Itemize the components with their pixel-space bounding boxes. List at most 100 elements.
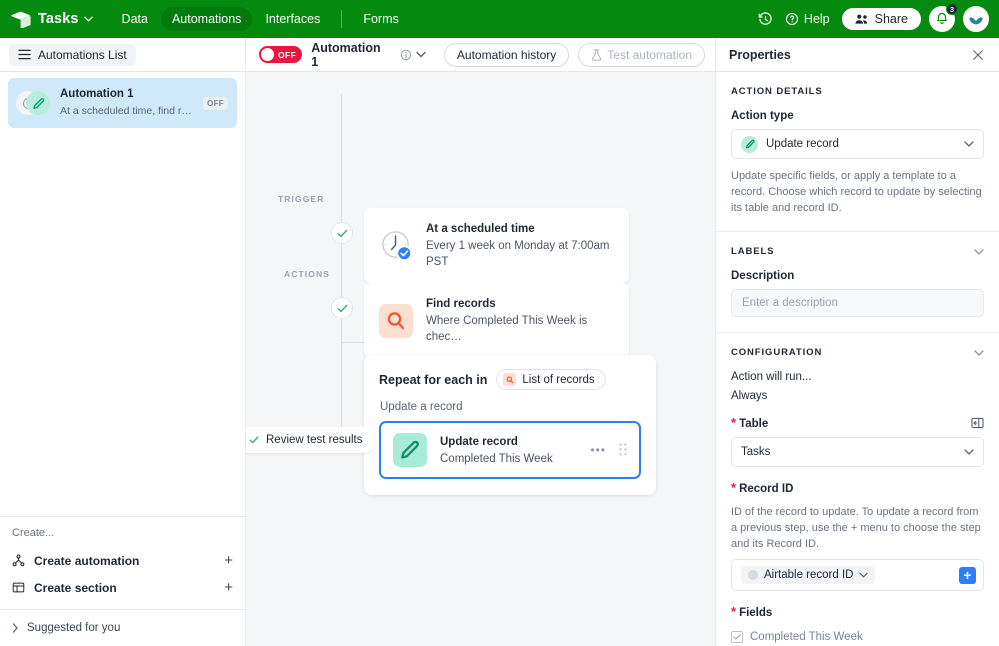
- header-actions: Help Share 3: [758, 3, 989, 32]
- suggested-for-you-row[interactable]: Suggested for you: [0, 609, 245, 646]
- action-run-value: Always: [731, 390, 768, 402]
- properties-title: Properties: [729, 47, 791, 62]
- ellipsis-icon[interactable]: •••: [590, 443, 606, 457]
- record-id-token[interactable]: Airtable record ID: [741, 566, 876, 584]
- automations-list: Automation 1 At a scheduled time, find r…: [0, 72, 245, 516]
- create-section-button[interactable]: Create section +: [12, 574, 233, 601]
- update-record-step-title: Update record: [440, 435, 518, 448]
- update-record-step-subtitle: Completed This Week: [440, 452, 553, 465]
- chevron-down-icon[interactable]: [83, 16, 93, 22]
- record-id-add-button[interactable]: +: [959, 566, 976, 584]
- field-row-label: Completed This Week: [731, 631, 984, 643]
- record-id-token-label: Airtable record ID: [764, 569, 854, 581]
- action-type-label: Action type: [731, 110, 794, 122]
- automation-item-status-badge: OFF: [203, 96, 228, 110]
- record-id-token-dot-icon: [748, 570, 758, 580]
- chevron-down-icon[interactable]: [859, 572, 869, 578]
- left-sidebar: Automation 1 At a scheduled time, find r…: [0, 72, 246, 646]
- update-record-step-text: Update record Completed This Week: [440, 434, 553, 467]
- notifications-button[interactable]: 3: [929, 3, 958, 32]
- action-run-label: Action will run...: [731, 371, 812, 383]
- action-status-check: [331, 297, 353, 319]
- share-button[interactable]: Share: [841, 8, 921, 30]
- automation-title-icons: [400, 49, 426, 61]
- nav-item-forms[interactable]: Forms: [352, 7, 409, 31]
- pencil-icon: [741, 135, 758, 153]
- actions-section-label: Actions: [284, 269, 330, 279]
- chevron-right-icon: [12, 623, 18, 633]
- sub-toolbar: Automations List OFF Automation 1 Automa…: [0, 38, 999, 72]
- automation-icons: [16, 91, 50, 115]
- find-records-step-text: Find records Where Completed This Week i…: [426, 296, 614, 345]
- test-automation-button[interactable]: Test automation: [578, 42, 705, 67]
- trigger-step-card[interactable]: At a scheduled time Every 1 week on Mond…: [364, 208, 629, 283]
- checkbox-checked-icon: [731, 631, 743, 643]
- base-name[interactable]: Tasks: [38, 11, 79, 27]
- repeat-source-token-label: List of records: [522, 373, 595, 386]
- find-records-step-card[interactable]: Find records Where Completed This Week i…: [364, 283, 629, 358]
- test-automation-label: Test automation: [607, 47, 692, 62]
- labels-section: Labels Description Enter a description: [716, 231, 999, 317]
- check-icon: [336, 304, 347, 312]
- check-icon: [249, 436, 259, 444]
- table-label: Table: [731, 415, 768, 430]
- expand-panel-icon[interactable]: [971, 417, 984, 429]
- table-grid-icon: [12, 582, 25, 593]
- automation-history-button[interactable]: Automation history: [443, 42, 570, 67]
- clock-history-icon[interactable]: [758, 11, 773, 27]
- repeat-source-token[interactable]: List of records: [496, 369, 606, 390]
- help-label: Help: [803, 12, 830, 26]
- suggested-for-you-label: Suggested for you: [27, 622, 121, 634]
- table-select[interactable]: Tasks: [731, 437, 984, 467]
- table-label-row: Table: [731, 415, 984, 430]
- people-icon: [855, 14, 867, 24]
- action-type-select[interactable]: Update record: [731, 129, 984, 159]
- chevron-down-icon[interactable]: [974, 248, 984, 255]
- pencil-icon: [26, 91, 50, 115]
- review-test-results-pill[interactable]: Review test results: [246, 427, 377, 453]
- close-icon[interactable]: [972, 49, 984, 61]
- create-section-plus-icon[interactable]: +: [224, 580, 233, 595]
- trigger-status-check: [331, 222, 353, 244]
- description-input[interactable]: Enter a description: [731, 289, 984, 317]
- toggle-state-label: OFF: [278, 49, 297, 60]
- record-id-input[interactable]: Airtable record ID +: [731, 559, 984, 591]
- automation-title[interactable]: Automation 1: [311, 41, 391, 69]
- record-id-help: ID of the record to update. To update a …: [731, 506, 981, 550]
- nav-item-data[interactable]: Data: [111, 7, 159, 31]
- automation-enable-toggle[interactable]: OFF: [259, 46, 303, 63]
- chevron-down-icon[interactable]: [974, 349, 984, 356]
- help-button[interactable]: Help: [781, 9, 834, 29]
- create-automation-plus-icon[interactable]: +: [224, 553, 233, 568]
- airtable-cube-icon[interactable]: [8, 7, 32, 31]
- action-details-title: Action details: [731, 86, 823, 97]
- question-circle-icon: [785, 12, 798, 26]
- automation-canvas: Trigger Actions: [246, 72, 715, 646]
- automations-app: Tasks Data Automations Interfaces Forms …: [0, 0, 999, 646]
- nav-item-interfaces[interactable]: Interfaces: [254, 7, 331, 31]
- drag-handle-icon[interactable]: [619, 443, 627, 457]
- subbar-right: Properties: [715, 38, 999, 71]
- automation-list-item[interactable]: Automation 1 At a scheduled time, find r…: [8, 78, 237, 128]
- configuration-title: Configuration: [731, 347, 823, 358]
- user-avatar-icon[interactable]: [963, 6, 989, 32]
- update-record-step-card[interactable]: Update record Completed This Week •••: [379, 421, 641, 479]
- create-automation-button[interactable]: Create automation +: [12, 547, 233, 574]
- search-icon: [503, 373, 517, 386]
- search-icon: [379, 303, 413, 338]
- chevron-down-icon: [416, 51, 426, 58]
- configuration-header[interactable]: Configuration: [731, 347, 984, 358]
- labels-header[interactable]: Labels: [731, 246, 984, 257]
- subbar-middle: OFF Automation 1 Automation history Test…: [246, 38, 715, 71]
- automations-list-button[interactable]: Automations List: [9, 43, 136, 66]
- chevron-down-icon: [964, 141, 974, 147]
- trigger-step-title: At a scheduled time: [426, 223, 535, 235]
- nav-item-automations[interactable]: Automations: [160, 7, 253, 31]
- trigger-step-subtitle: Every 1 week on Monday at 7:00am PST: [426, 240, 610, 268]
- automation-item-subtitle: At a scheduled time, find records, …: [60, 105, 193, 117]
- create-section-label-text: Create section: [34, 580, 117, 595]
- toggle-knob: [261, 48, 274, 61]
- description-placeholder: Enter a description: [742, 297, 838, 309]
- action-type-value: Update record: [766, 138, 839, 150]
- notification-badge: 3: [945, 3, 958, 15]
